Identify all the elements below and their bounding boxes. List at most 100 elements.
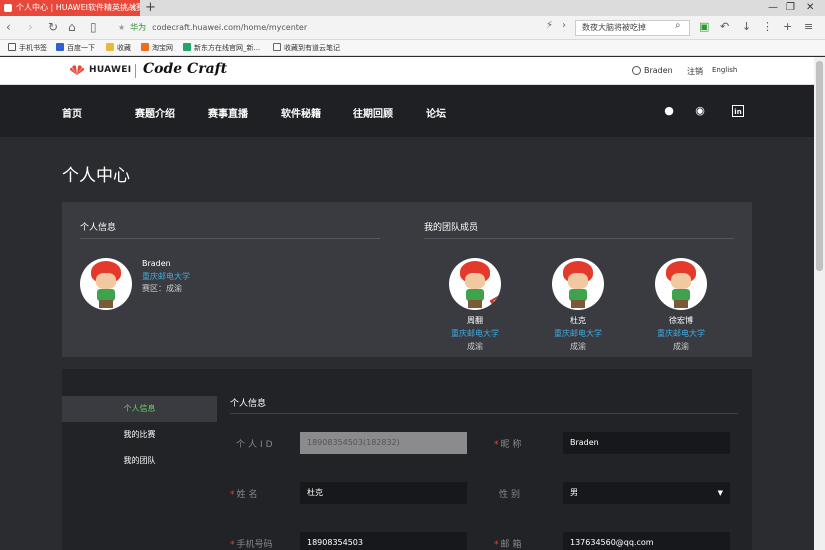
bookmark-item[interactable]: 百度一下 — [56, 40, 95, 56]
gender-select[interactable]: 男 ▼ — [563, 482, 730, 504]
brand-name: HUAWEI — [89, 65, 132, 75]
main-nav: 首页 赛题介绍 赛事直播 软件秘籍 往期回顾 论坛 ● ◉ in — [0, 85, 814, 137]
linkedin-icon[interactable]: in — [732, 105, 744, 117]
product-logo[interactable]: Code Craft — [143, 61, 227, 77]
search-icon[interactable]: ⌕ — [675, 20, 681, 31]
bookmark-item[interactable]: 收藏 — [106, 40, 131, 56]
nav-home[interactable]: 首页 — [62, 105, 82, 120]
email-field[interactable]: 137634560@qq.com — [563, 532, 730, 550]
reader-icon[interactable]: ▯ — [90, 20, 97, 34]
nickname-field[interactable]: Braden — [563, 432, 730, 454]
dropdown-caret-icon: ▼ — [717, 489, 723, 497]
nav-live[interactable]: 赛事直播 — [208, 105, 248, 120]
download-icon[interactable]: ↓ — [742, 20, 751, 33]
personal-info-heading: 个人信息 — [80, 223, 117, 233]
extension-icon[interactable]: ▣ — [699, 20, 709, 33]
user-menu[interactable]: Braden — [632, 66, 673, 75]
divider — [424, 238, 734, 239]
undo-icon[interactable]: ↶ — [720, 20, 729, 33]
member-name: 杜克 — [570, 316, 586, 325]
form-title: 个人信息 — [230, 399, 267, 409]
team-member[interactable]: 队长 周翻 重庆邮电大学 成渝 — [435, 258, 515, 352]
language-link[interactable]: English — [712, 66, 737, 74]
email-label: * 邮箱 — [494, 540, 525, 550]
bookmark-item[interactable]: 手机书签 — [8, 40, 47, 56]
minimize-icon[interactable]: — — [768, 0, 778, 16]
url-field[interactable]: ★ 华为 codecraft.huawei.com/home/mycenter — [118, 20, 558, 36]
bookmark-item[interactable]: 新东方在线官网_新... — [183, 40, 260, 56]
menu-icon[interactable]: ≡ — [804, 20, 813, 33]
team-heading: 我的团队成员 — [424, 223, 479, 233]
my-name: Braden — [142, 259, 171, 268]
divider — [80, 238, 380, 239]
maximize-icon[interactable]: ❐ — [786, 0, 795, 16]
plus-icon[interactable]: + — [783, 20, 792, 33]
url-secure-label: 华为 — [130, 23, 147, 32]
more-tabs-icon[interactable]: ⋮ — [762, 20, 773, 33]
forward-icon[interactable]: › — [28, 20, 33, 34]
folder-icon — [106, 43, 114, 51]
leader-badge: 队长 — [489, 292, 501, 310]
bookmarks-bar: 手机书签 百度一下 收藏 淘宝网 新东方在线官网_新... 收藏到有道云笔记 — [0, 40, 825, 56]
tab-title: 个人中心 | HUAWEI软件精英挑战赛 — [16, 3, 140, 12]
back-icon[interactable]: ‹ — [6, 20, 11, 34]
reload-icon[interactable]: ↻ — [48, 20, 58, 34]
search-input[interactable]: 数夜大脑将被吃掉 — [575, 20, 690, 36]
sidebar-item-my-team[interactable]: 我的团队 — [62, 448, 217, 474]
home-icon[interactable]: ⌂ — [68, 20, 76, 34]
page-scrollbar[interactable] — [814, 57, 825, 550]
phone-label: * 手机号码 — [230, 540, 273, 550]
page-body: 个人中心 个人信息 我的团队成员 Braden 重庆邮电大学 赛区：成渝 队长 … — [0, 137, 814, 550]
lightning-icon[interactable]: ⚡ — [546, 20, 553, 31]
chevron-right-icon[interactable]: › — [562, 20, 566, 31]
member-region: 成渝 — [467, 342, 483, 351]
phone-field[interactable]: 18908354503 — [300, 532, 467, 550]
id-label: 个人ID — [236, 440, 276, 450]
gender-label: 性别 — [499, 490, 524, 500]
id-field: 18908354503(182832) — [300, 432, 467, 454]
member-school[interactable]: 重庆邮电大学 — [435, 328, 515, 339]
bookmark-item[interactable]: 收藏到有道云笔记 — [273, 40, 340, 56]
nav-guide[interactable]: 软件秘籍 — [281, 105, 321, 120]
username: Braden — [644, 66, 673, 75]
huawei-logo-icon[interactable] — [70, 64, 84, 76]
nav-history[interactable]: 往期回顾 — [353, 105, 393, 120]
browser-tab-active[interactable]: 个人中心 | HUAWEI软件精英挑战赛 × — [0, 0, 140, 16]
divider — [230, 413, 738, 414]
member-school[interactable]: 重庆邮电大学 — [641, 328, 721, 339]
team-member[interactable]: 徐宏博 重庆邮电大学 成渝 — [641, 258, 721, 352]
profile-form-panel: 个人信息 我的比赛 我的团队 个人信息 个人ID 18908354503(182… — [62, 369, 752, 550]
window-close-icon[interactable]: ✕ — [806, 0, 814, 16]
baidu-icon — [56, 43, 64, 51]
favicon-icon — [4, 4, 12, 12]
user-icon — [632, 66, 641, 75]
sidebar-item-personal-info[interactable]: 个人信息 — [62, 396, 217, 422]
avatar — [80, 258, 132, 310]
avatar — [655, 258, 707, 310]
nav-forum[interactable]: 论坛 — [426, 105, 446, 120]
weibo-icon[interactable]: ◉ — [694, 105, 706, 117]
browser-tabbar: 个人中心 | HUAWEI软件精英挑战赛 × + — ❐ ✕ — [0, 0, 825, 16]
brand-divider — [135, 64, 136, 78]
url-text: codecraft.huawei.com/home/mycenter — [152, 23, 308, 32]
my-school[interactable]: 重庆邮电大学 — [142, 271, 190, 282]
logout-link[interactable]: 注销 — [687, 66, 703, 77]
wechat-icon[interactable]: ● — [663, 105, 675, 117]
name-field[interactable]: 杜克 — [300, 482, 467, 504]
taobao-icon — [141, 43, 149, 51]
member-region: 成渝 — [673, 342, 689, 351]
close-tab-icon[interactable]: × — [129, 0, 137, 16]
scrollbar-thumb[interactable] — [816, 61, 823, 271]
sidebar-item-my-matches[interactable]: 我的比赛 — [62, 422, 217, 448]
bookmark-item[interactable]: 淘宝网 — [141, 40, 173, 56]
page-icon — [273, 43, 281, 51]
nav-problem[interactable]: 赛题介绍 — [135, 105, 175, 120]
search-text: 数夜大脑将被吃掉 — [582, 23, 646, 32]
avatar — [552, 258, 604, 310]
member-school[interactable]: 重庆邮电大学 — [538, 328, 618, 339]
my-region: 赛区：成渝 — [142, 284, 182, 293]
new-tab-icon[interactable]: + — [145, 0, 156, 15]
bookmark-star-icon[interactable]: ★ — [118, 23, 125, 32]
nickname-label: * 昵称 — [494, 440, 525, 450]
team-member[interactable]: 杜克 重庆邮电大学 成渝 — [538, 258, 618, 352]
